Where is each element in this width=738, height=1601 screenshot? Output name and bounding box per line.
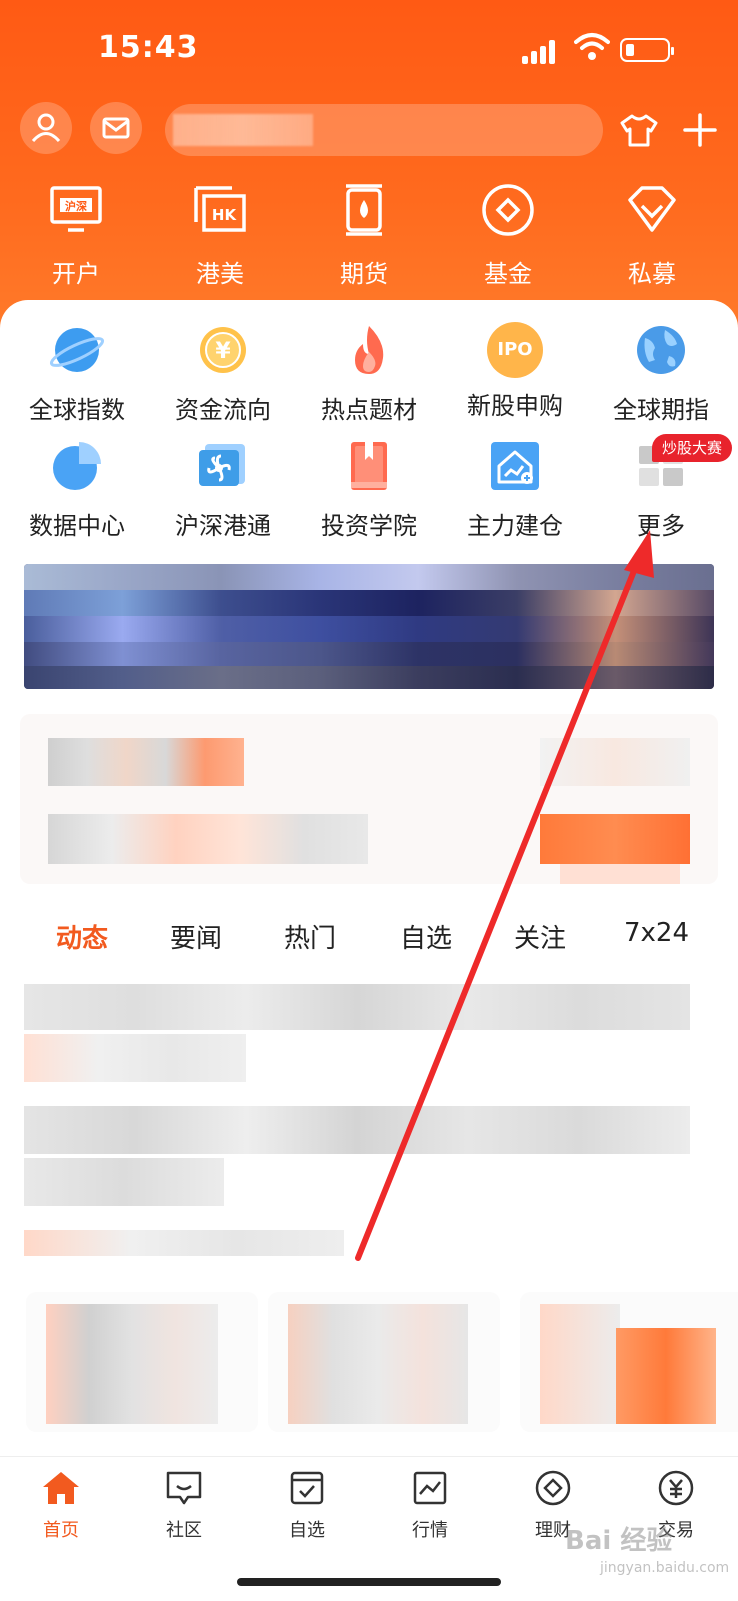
- annotation-arrow: [355, 530, 654, 1261]
